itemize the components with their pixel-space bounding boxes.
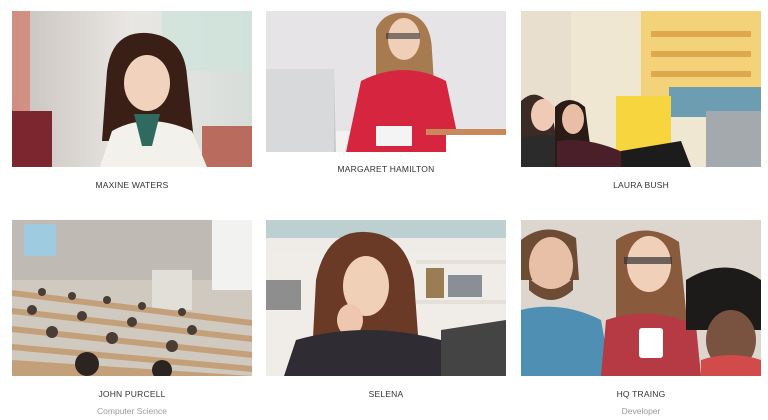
group-tablet-photo bbox=[521, 220, 761, 376]
member-role: Developer bbox=[621, 406, 661, 416]
team-grid: MAXINE WATERS MARGARET HAMILTON LAURA BU… bbox=[0, 0, 768, 420]
member-photo[interactable] bbox=[521, 11, 761, 167]
member-photo[interactable] bbox=[521, 220, 761, 376]
lecture-hall-photo bbox=[12, 220, 252, 376]
woman-reading-photo bbox=[12, 11, 252, 167]
member-name: JOHN PURCELL bbox=[98, 389, 166, 399]
member-name: HQ TRAING bbox=[616, 389, 666, 399]
member-name: MARGARET HAMILTON bbox=[337, 164, 435, 174]
member-photo[interactable] bbox=[12, 220, 252, 376]
woman-laptop-photo bbox=[266, 11, 506, 152]
team-card: SELENA bbox=[266, 220, 506, 399]
member-name: MAXINE WATERS bbox=[95, 180, 169, 190]
member-photo[interactable] bbox=[266, 11, 506, 152]
team-card: HQ TRAING Developer bbox=[521, 220, 761, 416]
member-photo[interactable] bbox=[266, 220, 506, 376]
student-thinking-photo bbox=[266, 220, 506, 376]
member-name: LAURA BUSH bbox=[613, 180, 669, 190]
member-role: Computer Science bbox=[97, 406, 167, 416]
team-card: MARGARET HAMILTON bbox=[266, 11, 506, 174]
women-library-photo bbox=[521, 11, 761, 167]
team-card: LAURA BUSH bbox=[521, 11, 761, 190]
team-card: JOHN PURCELL Computer Science bbox=[12, 220, 252, 416]
member-photo[interactable] bbox=[12, 11, 252, 167]
team-card: MAXINE WATERS bbox=[12, 11, 252, 190]
member-name: SELENA bbox=[368, 389, 404, 399]
